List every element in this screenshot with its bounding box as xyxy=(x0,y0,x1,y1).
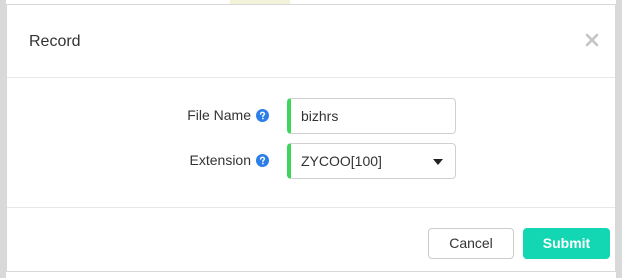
chevron-down-icon xyxy=(433,159,443,165)
extension-label: Extension xyxy=(190,152,269,168)
cancel-button[interactable]: Cancel xyxy=(428,228,514,259)
dialog-footer: Cancel Submit xyxy=(7,207,615,272)
dialog-title: Record xyxy=(29,33,81,50)
submit-button[interactable]: Submit xyxy=(523,228,610,259)
file-name-label-text: File Name xyxy=(187,107,251,123)
extension-select-value: ZYCOO[100] xyxy=(301,153,382,169)
extension-select[interactable]: ZYCOO[100] xyxy=(287,143,456,179)
file-name-input[interactable] xyxy=(287,98,456,134)
extension-row: Extension ZYCOO[100] xyxy=(7,143,615,179)
dialog-body: File Name Extension xyxy=(7,78,615,208)
question-circle-icon[interactable] xyxy=(256,108,269,122)
file-name-row: File Name xyxy=(7,98,615,134)
question-circle-icon[interactable] xyxy=(256,153,269,167)
close-icon[interactable] xyxy=(583,31,601,49)
file-name-label: File Name xyxy=(187,107,269,123)
record-dialog: Record File Name Extension xyxy=(6,4,616,272)
dialog-header: Record xyxy=(7,5,615,78)
extension-label-text: Extension xyxy=(189,152,251,168)
page: Record File Name Extension xyxy=(0,0,622,278)
